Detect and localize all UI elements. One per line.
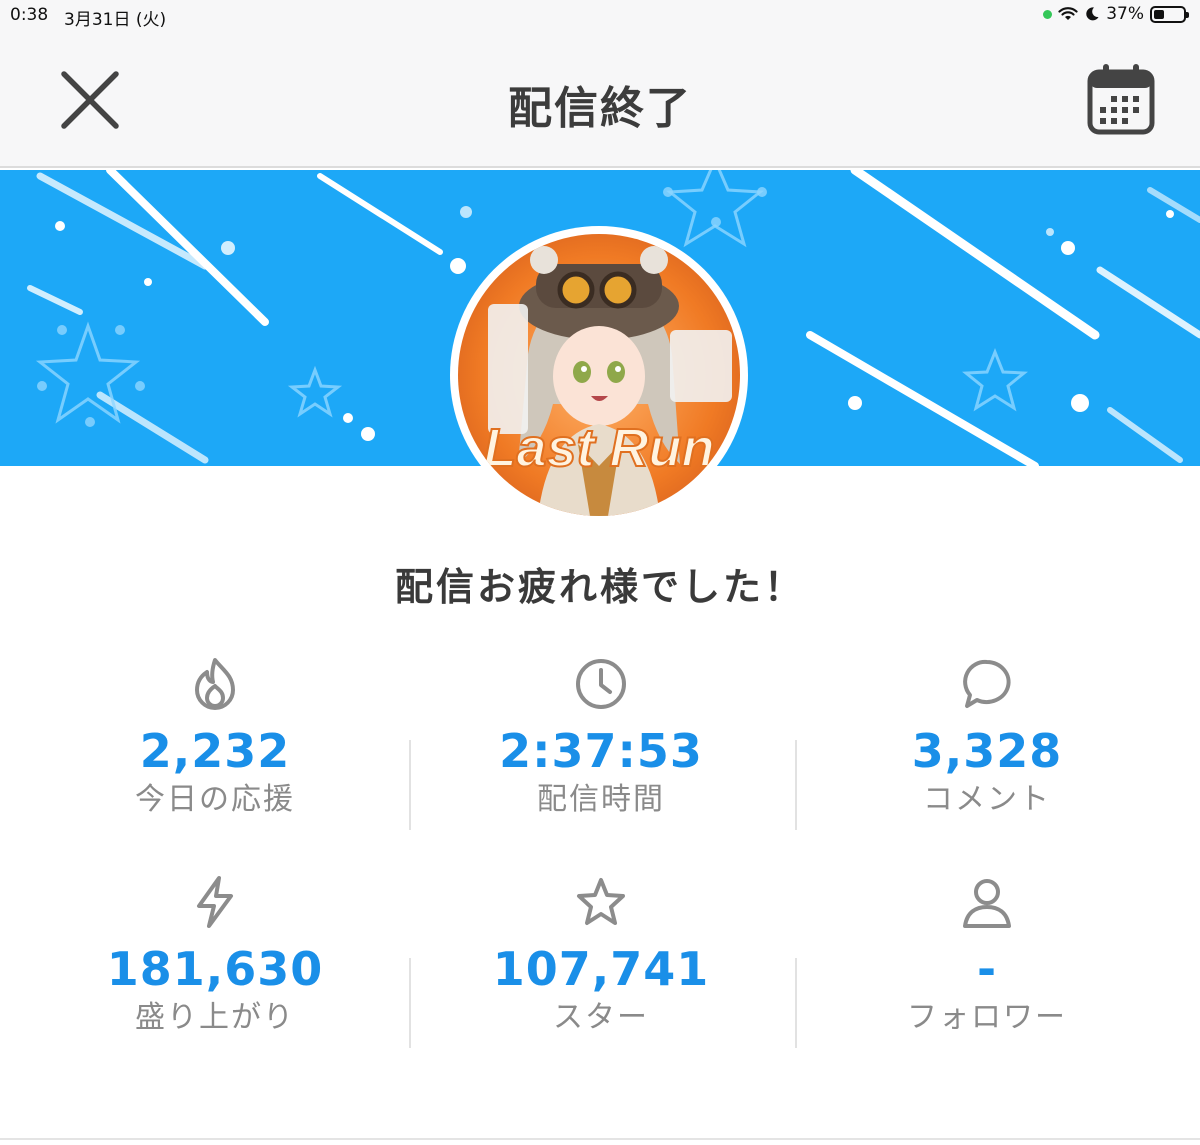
battery-icon xyxy=(1150,5,1189,23)
stat-support: 2,232 今日の応援 xyxy=(22,656,408,820)
stat-duration-value: 2:37:53 xyxy=(499,724,703,778)
stat-duration: 2:37:53 配信時間 xyxy=(408,656,794,820)
comment-icon xyxy=(963,659,1011,708)
stat-excitement-label: 盛り上がり xyxy=(135,1000,295,1035)
stat-support-label: 今日の応援 xyxy=(135,782,295,817)
calendar-icon xyxy=(1087,64,1155,135)
moon-icon xyxy=(1086,7,1099,21)
stat-comments: 3,328 コメント xyxy=(794,656,1180,820)
stat-comments-value: 3,328 xyxy=(911,724,1063,778)
flame-icon xyxy=(195,658,235,710)
status-indicators: 37% xyxy=(1043,4,1189,24)
lightning-icon xyxy=(197,876,233,928)
calendar-button[interactable] xyxy=(1086,62,1156,136)
camera-indicator-icon xyxy=(1043,9,1053,19)
clock-icon xyxy=(576,659,626,709)
stat-stars-label: スター xyxy=(553,1000,649,1035)
wifi-icon xyxy=(1058,7,1078,20)
status-bar: 0:38 3月31日 (火) 37% xyxy=(0,0,1200,32)
stat-support-value: 2,232 xyxy=(139,724,291,778)
star-icon xyxy=(577,878,625,925)
stat-stars: 107,741 スター xyxy=(408,874,794,1038)
stat-followers-label: フォロワー xyxy=(907,1000,1067,1035)
bottom-divider xyxy=(0,1138,1200,1140)
page-title: 配信終了 xyxy=(508,83,692,134)
stat-excitement: 181,630 盛り上がり xyxy=(22,874,408,1038)
avatar-image: Last Run xyxy=(458,234,740,516)
battery-percent: 37% xyxy=(1106,4,1144,24)
avatar-title-text: Last Run xyxy=(483,418,714,478)
stat-comments-label: コメント xyxy=(923,782,1051,817)
stat-followers-value: - xyxy=(976,942,998,996)
stat-excitement-value: 181,630 xyxy=(106,942,324,996)
header-bar: 配信終了 xyxy=(0,32,1200,168)
stat-followers: - フォロワー xyxy=(794,874,1180,1038)
status-date: 3月31日 (火) xyxy=(64,10,167,30)
completion-message: 配信お疲れ様でした！ xyxy=(394,565,805,609)
person-icon xyxy=(963,879,1011,928)
stat-duration-label: 配信時間 xyxy=(537,782,665,817)
status-time: 0:38 xyxy=(10,5,49,25)
stat-stars-value: 107,741 xyxy=(492,942,710,996)
streamer-avatar: Last Run xyxy=(450,226,748,524)
